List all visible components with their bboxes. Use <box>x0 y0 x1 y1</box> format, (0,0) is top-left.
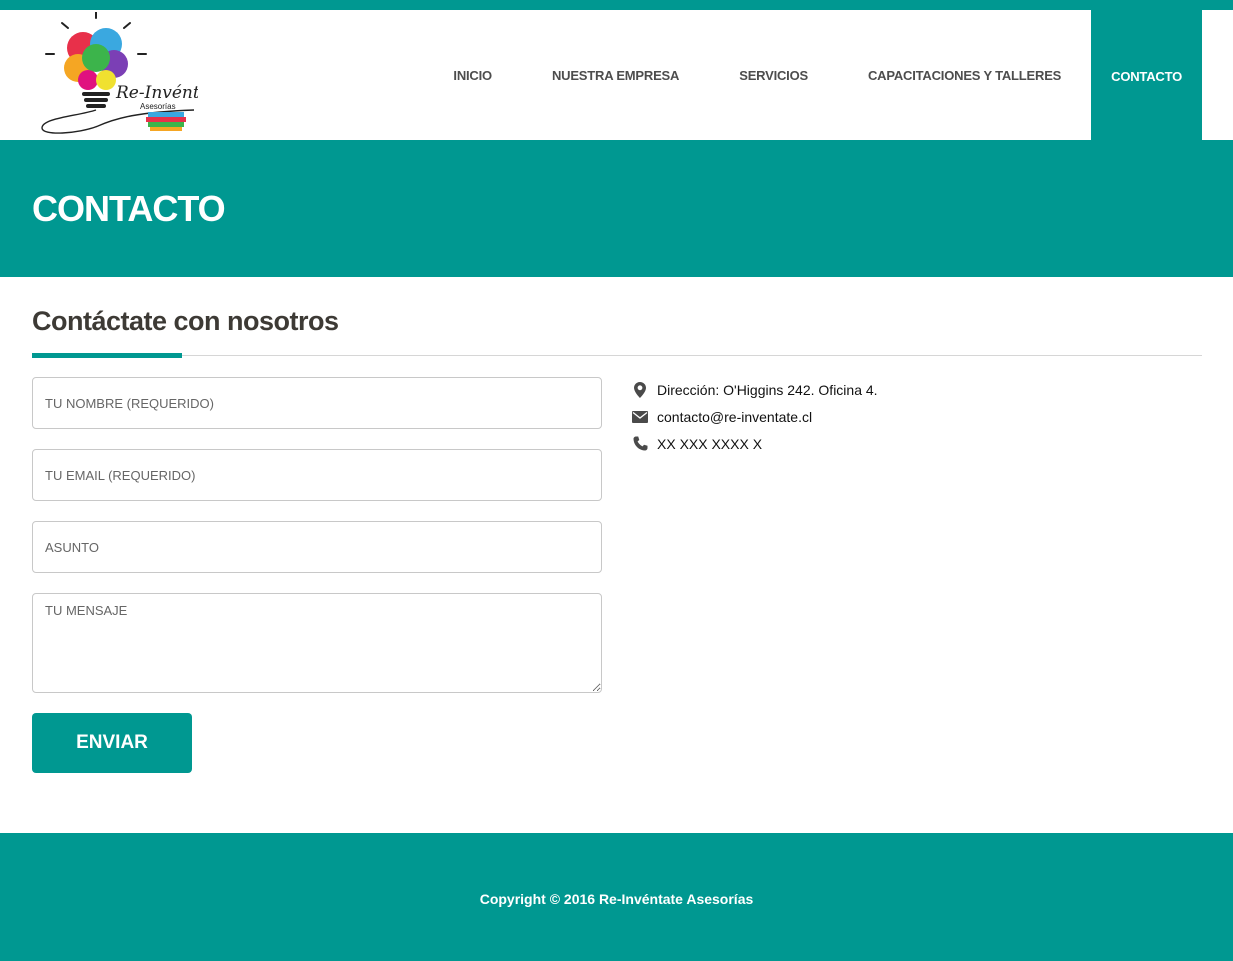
address-row: Dirección: O'Higgins 242. Oficina 4. <box>632 376 878 403</box>
phone-text: XX XXX XXXX X <box>657 435 763 452</box>
subject-input[interactable] <box>32 521 602 573</box>
email-input[interactable] <box>32 449 602 501</box>
envelope-icon <box>632 409 648 425</box>
map-pin-icon <box>632 381 648 398</box>
nav-item-contacto[interactable]: CONTACTO <box>1091 10 1202 150</box>
lightbulb-brain-logo-icon: Re-Invéntate Asesorías <box>41 11 227 134</box>
contact-info: Dirección: O'Higgins 242. Oficina 4. con… <box>632 376 878 457</box>
email-row: contacto@re-inventate.cl <box>632 403 878 430</box>
send-button[interactable]: ENVIAR <box>32 713 192 773</box>
nav-item-nuestra-empresa[interactable]: NUESTRA EMPRESA <box>522 10 709 140</box>
page-banner: CONTACTO <box>0 140 1233 277</box>
site-footer: Copyright © 2016 Re-Invéntate Asesorías <box>0 833 1233 961</box>
phone-icon <box>632 436 648 452</box>
section-divider <box>32 355 1202 356</box>
section-divider-accent <box>32 353 182 358</box>
address-text: Dirección: O'Higgins 242. Oficina 4. <box>657 381 878 398</box>
site-logo[interactable]: Re-Invéntate Asesorías <box>38 11 227 136</box>
phone-row: XX XXX XXXX X <box>632 430 878 457</box>
logo-wordmark: Re-Invéntate <box>115 83 198 103</box>
copyright-text: Copyright © 2016 Re-Invéntate Asesorías <box>479 891 754 907</box>
message-textarea[interactable] <box>32 593 602 693</box>
section-title: Contáctate con nosotros <box>32 306 339 336</box>
logo-subtitle: Asesorías <box>140 102 176 111</box>
nav-item-capacitaciones[interactable]: CAPACITACIONES Y TALLERES <box>838 10 1091 140</box>
nav-item-servicios[interactable]: SERVICIOS <box>709 10 838 140</box>
main-nav: INICIO NUESTRA EMPRESA SERVICIOS CAPACIT… <box>423 10 1202 150</box>
page-title: CONTACTO <box>32 188 226 229</box>
nav-item-inicio[interactable]: INICIO <box>423 10 522 140</box>
email-link[interactable]: contacto@re-inventate.cl <box>657 409 812 425</box>
top-accent-strip <box>0 0 1233 10</box>
name-input[interactable] <box>32 377 602 429</box>
site-header: Re-Invéntate Asesorías INICIO NUESTRA EM… <box>0 10 1233 150</box>
